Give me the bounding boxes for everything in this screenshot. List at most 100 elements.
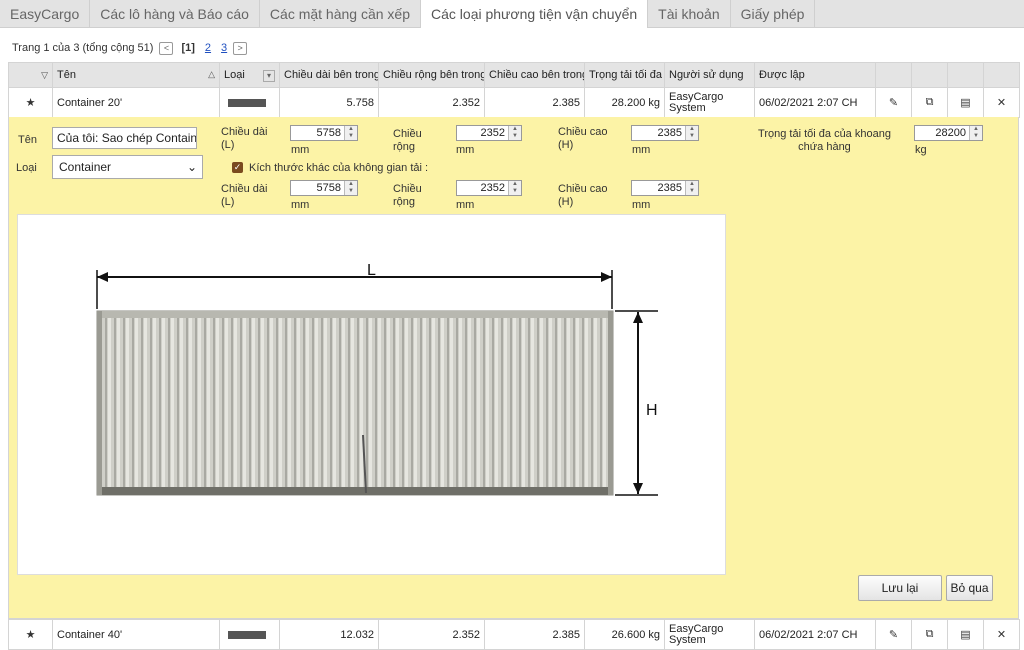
- type-header-label: Loại: [224, 68, 245, 81]
- delete-x-icon[interactable]: ✕: [983, 87, 1020, 118]
- table-row[interactable]: ★ Container 40' 12.032 2.352 2.385 26.60…: [8, 619, 1020, 650]
- max-load-label: Trọng tải tối đa của khoang chứa hàng: [758, 128, 891, 153]
- name-label: Tên: [18, 134, 37, 146]
- name-column-header[interactable]: Tên △: [52, 62, 220, 88]
- row-user: EasyCargo System: [664, 619, 755, 650]
- chevron-down-icon: ⌄: [186, 160, 197, 174]
- star-icon[interactable]: ★: [8, 87, 53, 118]
- row-height: 2.385: [484, 619, 585, 650]
- width-value: 2352: [480, 127, 505, 139]
- tab-shipments-reports[interactable]: Các lô hàng và Báo cáo: [90, 0, 260, 28]
- max-load-unit: kg: [915, 144, 927, 156]
- table-row[interactable]: ★ Container 20' 5.758 2.352 2.385 28.200…: [8, 87, 1020, 118]
- spinner-arrows-icon[interactable]: ▲ ▼: [508, 126, 521, 140]
- spinner-arrows-icon[interactable]: ▲ ▼: [685, 181, 698, 195]
- length-spinner[interactable]: 5758 ▲ ▼: [290, 125, 358, 141]
- filter-triangle-icon: ▽: [41, 70, 48, 80]
- other-width-value: 2352: [480, 182, 505, 194]
- other-length-value: 5758: [316, 182, 341, 194]
- max-load-spinner[interactable]: 28200 ▲ ▼: [914, 125, 983, 141]
- container-preview: L H: [17, 214, 726, 575]
- tab-vehicle-types[interactable]: Các loại phương tiện vận chuyển: [421, 0, 649, 28]
- vehicle-types-table: ▽ Tên △ Loại ▾ Chiều dài bên trong Chiều r…: [8, 62, 1020, 118]
- width-unit: mm: [456, 144, 475, 156]
- row-user: EasyCargo System: [664, 87, 755, 118]
- row-type: [219, 619, 280, 650]
- spinner-arrows-icon[interactable]: ▲ ▼: [685, 126, 698, 140]
- edit-pencil-icon[interactable]: ✎: [875, 87, 912, 118]
- height-unit: mm: [632, 144, 651, 156]
- row-load: 28.200 kg: [584, 87, 665, 118]
- copy-icon[interactable]: ⧉: [911, 619, 948, 650]
- row-created: 06/02/2021 2:07 CH: [754, 619, 876, 650]
- copy-col-header: [911, 62, 948, 88]
- other-dims-checkbox[interactable]: ✓: [232, 162, 243, 173]
- max-load-value: 28200: [935, 127, 966, 139]
- spinner-arrows-icon[interactable]: ▲ ▼: [344, 181, 357, 195]
- row-width: 2.352: [378, 87, 485, 118]
- inner-width-header[interactable]: Chiều rộng bên trong: [378, 62, 485, 88]
- spinner-arrows-icon[interactable]: ▲ ▼: [344, 126, 357, 140]
- height-dim-label: H: [646, 402, 658, 419]
- pager-next-button[interactable]: >: [233, 41, 248, 55]
- other-length-spinner[interactable]: 5758 ▲ ▼: [290, 180, 358, 196]
- paint-col-header: [947, 62, 984, 88]
- container-diagram: L H: [96, 262, 658, 496]
- other-height-value: 2385: [657, 182, 682, 194]
- save-button[interactable]: Lưu lại: [858, 575, 942, 601]
- edit-col-header: [875, 62, 912, 88]
- pager-page-2[interactable]: 2: [205, 42, 211, 54]
- other-dims-label: Kích thước khác của không gian tải :: [249, 162, 429, 174]
- tab-easycargo[interactable]: EasyCargo: [0, 0, 91, 28]
- pager-summary: Trang 1 của 3 (tổng cộng 51): [12, 42, 154, 54]
- edit-vehicle-panel: Tên Của tôi: Sao chép Containe Loại Cont…: [8, 117, 1019, 619]
- other-height-spinner[interactable]: 2385 ▲ ▼: [631, 180, 699, 196]
- tab-license[interactable]: Giấy phép: [731, 0, 816, 28]
- row-name: Container 20': [52, 87, 220, 118]
- pager-prev-button[interactable]: <: [159, 41, 174, 55]
- created-header[interactable]: Được lập: [754, 62, 876, 88]
- delete-x-icon[interactable]: ✕: [983, 619, 1020, 650]
- main-tabbar: EasyCargo Các lô hàng và Báo cáo Các mặt…: [0, 0, 1024, 28]
- other-height-label: Chiều cao (H): [558, 183, 608, 208]
- row-type: [219, 87, 280, 118]
- pager-page-3[interactable]: 3: [221, 42, 227, 54]
- other-width-label: Chiều rộng: [393, 183, 422, 208]
- other-width-spinner[interactable]: 2352 ▲ ▼: [456, 180, 522, 196]
- other-length-label: Chiều dài (L): [221, 183, 268, 208]
- star-icon[interactable]: ★: [8, 619, 53, 650]
- copy-icon[interactable]: ⧉: [911, 87, 948, 118]
- height-spinner[interactable]: 2385 ▲ ▼: [631, 125, 699, 141]
- spinner-arrows-icon[interactable]: ▲ ▼: [969, 126, 982, 140]
- paint-roller-icon[interactable]: ▤: [947, 619, 984, 650]
- row-length: 5.758: [279, 87, 379, 118]
- favorite-column-header[interactable]: ▽: [8, 62, 53, 88]
- length-label: Chiều dài (L): [221, 126, 268, 151]
- type-column-header[interactable]: Loại ▾: [219, 62, 280, 88]
- row-width: 2.352: [378, 619, 485, 650]
- user-header[interactable]: Người sử dụng: [664, 62, 755, 88]
- type-filter-dropdown-icon[interactable]: ▾: [263, 69, 275, 82]
- sort-asc-icon[interactable]: △: [208, 69, 215, 80]
- vehicle-types-table-continued: ★ Container 40' 12.032 2.352 2.385 26.60…: [8, 619, 1020, 650]
- name-input[interactable]: Của tôi: Sao chép Containe: [52, 127, 197, 149]
- inner-height-header[interactable]: Chiều cao bên trong: [484, 62, 585, 88]
- tab-account[interactable]: Tài khoản: [648, 0, 731, 28]
- type-select-value: Container: [59, 160, 112, 174]
- height-label: Chiều cao (H): [558, 126, 608, 151]
- edit-pencil-icon[interactable]: ✎: [875, 619, 912, 650]
- type-select[interactable]: Container ⌄: [52, 155, 203, 179]
- length-dim-label: L: [367, 262, 376, 279]
- other-width-unit: mm: [456, 199, 475, 211]
- inner-length-header[interactable]: Chiều dài bên trong: [279, 62, 379, 88]
- paint-roller-icon[interactable]: ▤: [947, 87, 984, 118]
- width-spinner[interactable]: 2352 ▲ ▼: [456, 125, 522, 141]
- spinner-arrows-icon[interactable]: ▲ ▼: [508, 181, 521, 195]
- row-length: 12.032: [279, 619, 379, 650]
- other-length-unit: mm: [291, 199, 310, 211]
- max-load-header[interactable]: Trọng tải tối đa: [584, 62, 665, 88]
- name-header-label: Tên: [57, 69, 76, 81]
- length-value: 5758: [316, 127, 341, 139]
- cancel-button[interactable]: Bỏ qua: [946, 575, 993, 601]
- tab-items[interactable]: Các mặt hàng cần xếp: [260, 0, 422, 28]
